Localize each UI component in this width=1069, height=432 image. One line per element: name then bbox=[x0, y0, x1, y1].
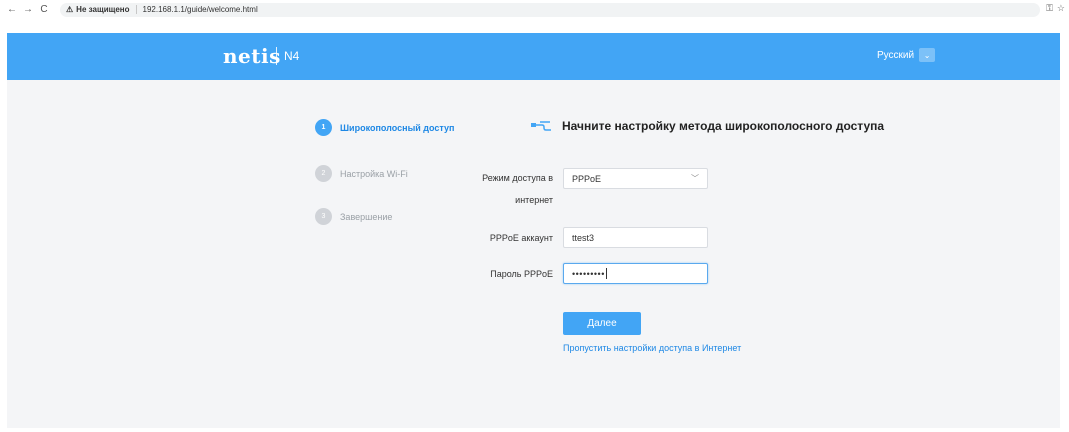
language-selector[interactable]: Русский ⌄ bbox=[877, 48, 936, 62]
access-mode-value: PPPoE bbox=[572, 173, 602, 184]
account-input[interactable]: ttest3 bbox=[563, 227, 708, 248]
step-number: 3 bbox=[315, 208, 332, 225]
step-finish: 3 Завершение bbox=[315, 208, 392, 225]
step-number: 2 bbox=[315, 165, 332, 182]
model-name: N4 bbox=[284, 49, 300, 63]
access-mode-select[interactable]: PPPoE ﹀ bbox=[563, 168, 708, 189]
next-button[interactable]: Далее bbox=[563, 312, 641, 335]
step-label: Настройка Wi-Fi bbox=[340, 168, 408, 179]
star-icon[interactable]: ☆ bbox=[1057, 3, 1065, 14]
section-title-text: Начните настройку метода широкополосного… bbox=[562, 119, 885, 133]
chevron-down-icon[interactable]: ⌄ bbox=[919, 48, 936, 62]
router-page: netis N4 Русский ⌄ 1 Широкополосный дост… bbox=[7, 33, 1060, 428]
language-label: Русский bbox=[877, 49, 915, 61]
account-value: ttest3 bbox=[572, 232, 595, 243]
chevron-down-icon: ﹀ bbox=[691, 174, 699, 183]
forward-arrow-icon[interactable]: → bbox=[20, 4, 36, 15]
cable-link-icon bbox=[531, 121, 551, 131]
warning-icon: ⚠ bbox=[66, 5, 74, 14]
url-text[interactable]: 192.168.1.1/guide/welcome.html bbox=[143, 5, 258, 14]
back-arrow-icon[interactable]: ← bbox=[4, 4, 20, 15]
skip-internet-setup-link[interactable]: Пропустить настройки доступа в Интернет bbox=[563, 343, 741, 353]
step-broadband: 1 Широкополосный доступ bbox=[315, 119, 454, 136]
password-input[interactable]: ••••••••• bbox=[563, 263, 708, 284]
access-mode-label: Режим доступа в bbox=[482, 173, 553, 183]
password-label: Пароль PPPoE bbox=[490, 269, 553, 279]
netis-logo: netis bbox=[223, 44, 281, 68]
account-label: PPPoE аккаунт bbox=[489, 233, 553, 243]
step-label: Широкополосный доступ bbox=[340, 122, 455, 133]
security-chip[interactable]: ⚠ Не защищено bbox=[66, 5, 137, 14]
key-icon[interactable]: ⚿ bbox=[1046, 3, 1053, 14]
browser-toolbar: ← → C ⚠ Не защищено 192.168.1.1/guide/we… bbox=[0, 0, 1069, 19]
section-title: Начните настройку метода широкополосного… bbox=[530, 119, 884, 133]
logo-divider bbox=[276, 47, 277, 65]
step-label: Завершение bbox=[340, 211, 393, 222]
header-bar: netis N4 Русский ⌄ bbox=[7, 33, 1060, 80]
access-mode-label-line2: интернет bbox=[515, 195, 553, 205]
step-wifi: 2 Настройка Wi-Fi bbox=[315, 165, 408, 182]
security-label: Не защищено bbox=[76, 5, 130, 14]
address-bar[interactable]: ⚠ Не защищено 192.168.1.1/guide/welcome.… bbox=[60, 2, 1040, 17]
step-number: 1 bbox=[315, 119, 332, 136]
password-value: ••••••••• bbox=[572, 268, 605, 279]
text-cursor bbox=[605, 268, 607, 279]
reload-icon[interactable]: C bbox=[36, 4, 52, 15]
